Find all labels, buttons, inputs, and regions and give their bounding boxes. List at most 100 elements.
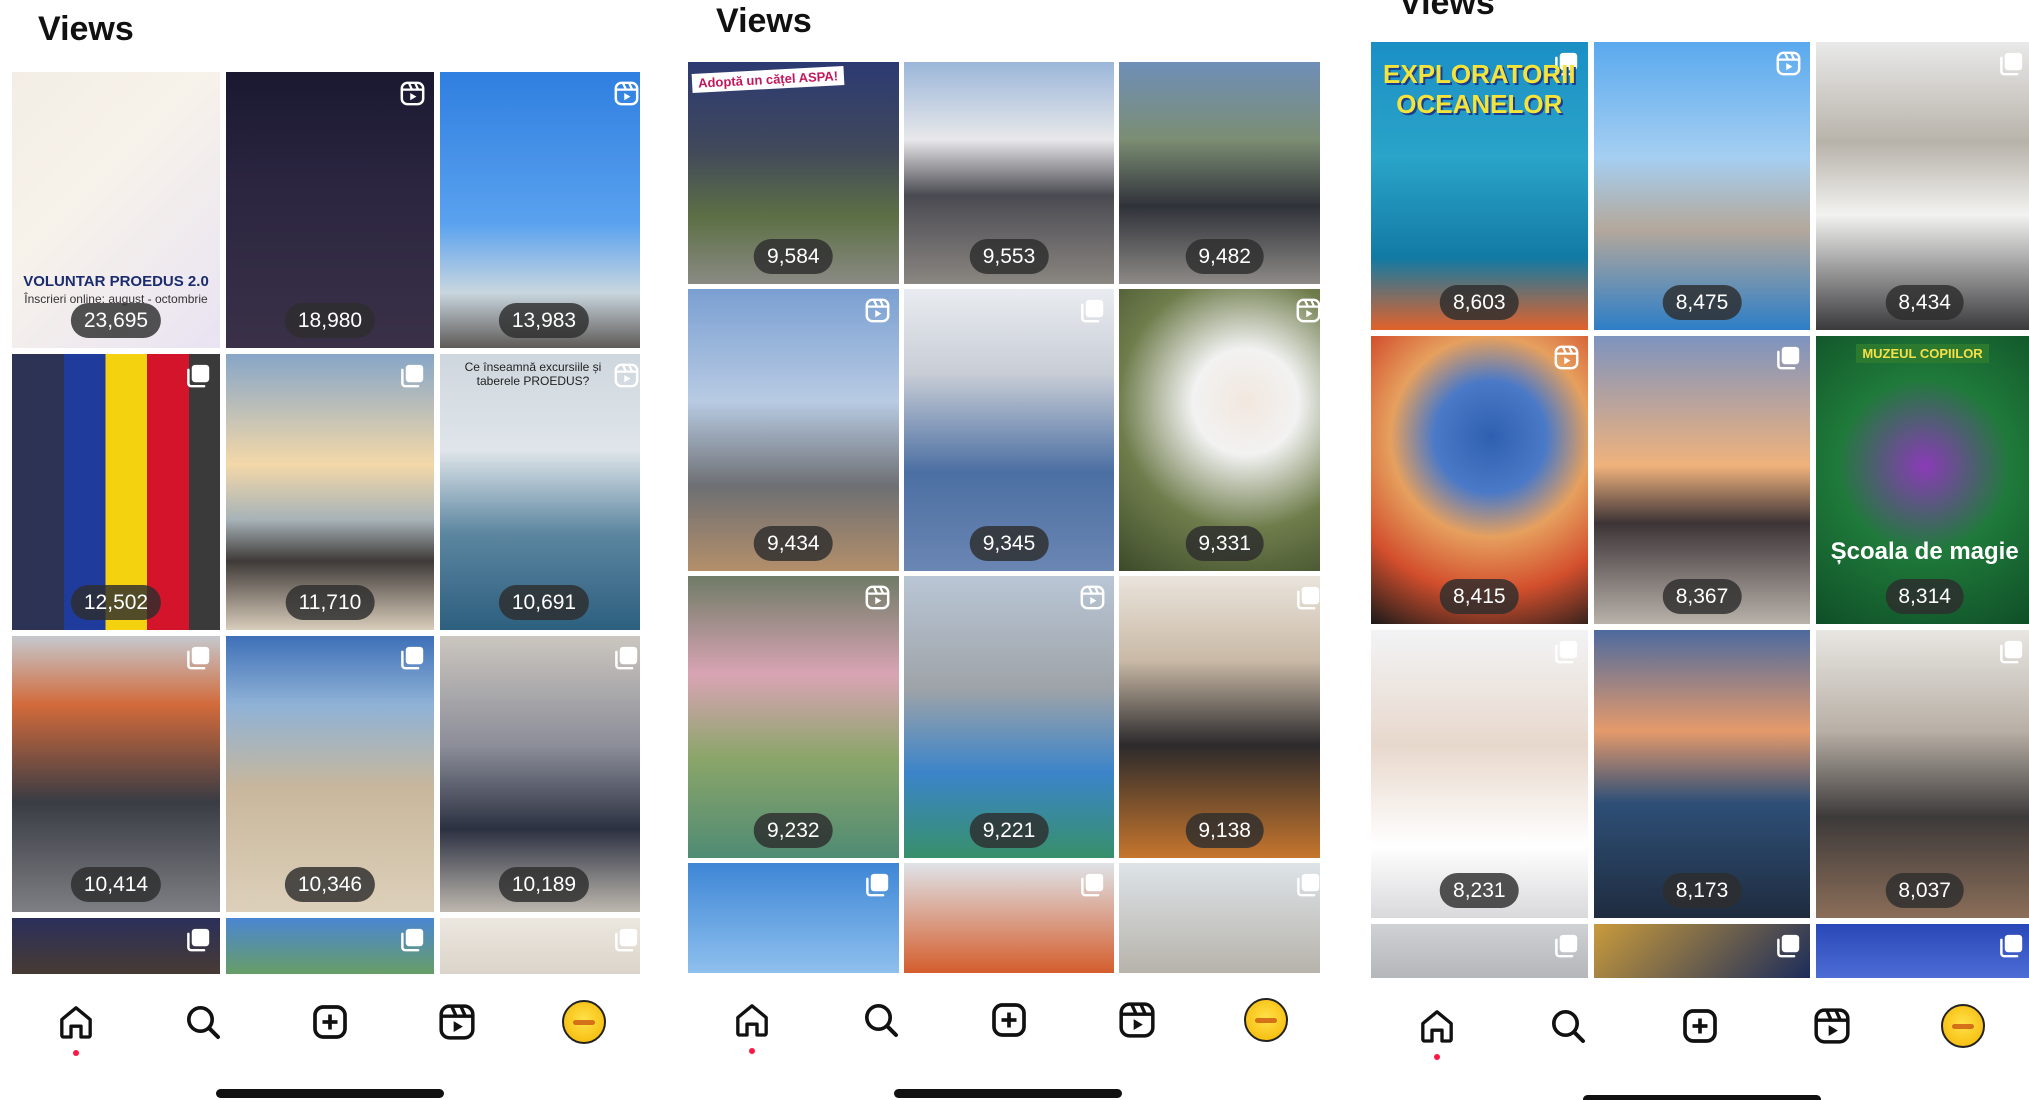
- post-thumbnail[interactable]: VOLUNTAR PROEDUS 2.0 Înscrieri online: au…: [12, 72, 220, 348]
- home-icon[interactable]: [730, 998, 774, 1054]
- post-thumbnail[interactable]: 12,502: [12, 354, 220, 630]
- post-thumbnail[interactable]: 9,138: [1119, 576, 1320, 858]
- post-thumbnail[interactable]: 8,231: [1371, 630, 1588, 918]
- post-thumbnail[interactable]: Școala de magie MUZEUL COPIILOR 8,314: [1816, 336, 2029, 624]
- post-thumbnail[interactable]: [12, 918, 220, 974]
- reels-icon[interactable]: [1810, 1004, 1854, 1048]
- post-caption-text: VOLUNTAR PROEDUS 2.0: [23, 272, 209, 290]
- post-thumbnail[interactable]: 8,037: [1816, 630, 2029, 918]
- search-icon[interactable]: [181, 1000, 225, 1044]
- post-thumbnail[interactable]: [903, 863, 1115, 973]
- post-thumbnail[interactable]: 9,221: [903, 576, 1115, 858]
- view-count-badge: 12,502: [70, 585, 162, 620]
- create-icon[interactable]: [308, 1000, 352, 1044]
- banner-sign-text: MUZEUL COPIILOR: [1856, 344, 1989, 363]
- carousel-icon: [1775, 932, 1802, 959]
- post-thumbnail[interactable]: 9,434: [688, 289, 899, 571]
- post-thumbnail[interactable]: [1593, 924, 1811, 978]
- view-count-badge: 13,983: [498, 303, 590, 338]
- carousel-icon: [613, 644, 640, 671]
- carousel-icon: [613, 926, 640, 953]
- post-thumbnail[interactable]: 18,980: [226, 72, 434, 348]
- view-count-badge: 8,475: [1662, 285, 1742, 320]
- post-thumbnail[interactable]: 8,475: [1593, 42, 1811, 330]
- view-count-badge: 10,414: [70, 867, 162, 902]
- post-thumbnail[interactable]: [226, 918, 434, 974]
- create-icon[interactable]: [1678, 1004, 1722, 1048]
- bottom-nav-bar: [12, 992, 640, 1056]
- profile-avatar[interactable]: [1941, 1004, 1986, 1048]
- carousel-icon: [1553, 932, 1580, 959]
- carousel-icon: [399, 926, 426, 953]
- carousel-icon: [1998, 638, 2025, 665]
- reels-icon: [399, 80, 426, 107]
- post-thumbnail[interactable]: 8,173: [1593, 630, 1811, 918]
- post-thumbnail[interactable]: Adoptă un cățel ASPA! 9,584: [688, 62, 899, 284]
- post-caption-text: EXPLORATORII OCEANELOR: [1383, 59, 1576, 119]
- post-thumbnail[interactable]: 13,983: [440, 72, 640, 348]
- carousel-icon: [1079, 871, 1106, 898]
- carousel-icon: [185, 644, 212, 671]
- view-count-badge: 8,231: [1440, 873, 1519, 908]
- post-thumbnail[interactable]: 10,189: [440, 636, 640, 912]
- home-icon[interactable]: [1415, 1004, 1459, 1060]
- profile-avatar[interactable]: [1243, 998, 1288, 1042]
- carousel-icon: [1295, 871, 1320, 898]
- post-thumbnail[interactable]: 10,414: [12, 636, 220, 912]
- post-thumbnail[interactable]: 8,415: [1371, 336, 1588, 624]
- post-thumbnail[interactable]: [1371, 924, 1588, 978]
- view-count-badge: 9,232: [754, 813, 833, 848]
- post-thumbnail[interactable]: 10,346: [226, 636, 434, 912]
- carousel-icon: [1553, 638, 1580, 665]
- post-thumbnail[interactable]: 9,482: [1119, 62, 1320, 284]
- home-indicator[interactable]: [216, 1089, 444, 1098]
- reels-icon[interactable]: [1115, 998, 1159, 1042]
- post-caption-text: Școala de magie: [1830, 538, 2019, 566]
- create-icon[interactable]: [987, 998, 1031, 1042]
- post-thumbnail[interactable]: [1119, 863, 1320, 973]
- post-grid: VOLUNTAR PROEDUS 2.0 Înscrieri online: au…: [12, 72, 640, 974]
- profile-avatar[interactable]: [562, 1000, 607, 1044]
- post-thumbnail[interactable]: [688, 863, 899, 973]
- view-count-badge: 9,434: [754, 526, 833, 561]
- post-thumbnail[interactable]: 9,232: [688, 576, 899, 858]
- view-count-badge: 9,221: [969, 813, 1049, 848]
- view-count-badge: 9,331: [1185, 526, 1264, 561]
- views-heading: Views: [38, 10, 134, 48]
- post-thumbnail[interactable]: EXPLORATORII OCEANELOR 8,603: [1371, 42, 1588, 330]
- search-icon[interactable]: [859, 998, 903, 1042]
- post-thumbnail[interactable]: 8,434: [1816, 42, 2029, 330]
- view-count-badge: 9,482: [1185, 239, 1264, 274]
- reels-icon: [1775, 50, 1802, 77]
- carousel-icon: [1079, 297, 1106, 324]
- post-thumbnail[interactable]: [440, 918, 640, 974]
- home-icon[interactable]: [54, 1000, 98, 1056]
- post-thumbnail[interactable]: 8,367: [1593, 336, 1811, 624]
- reels-icon[interactable]: [435, 1000, 479, 1044]
- post-grid: Adoptă un cățel ASPA! 9,584 9,553 9,482 9,43…: [688, 62, 1320, 974]
- reels-views-panel-1: Views VOLUNTAR PROEDUS 2.0 Înscrieri onli…: [0, 0, 640, 1100]
- view-count-badge: 9,138: [1185, 813, 1264, 848]
- reels-icon: [864, 584, 891, 611]
- view-count-badge: 8,434: [1885, 285, 1964, 320]
- post-thumbnail[interactable]: 9,331: [1119, 289, 1320, 571]
- carousel-icon: [399, 644, 426, 671]
- view-count-badge: 23,695: [70, 303, 162, 338]
- post-thumbnail[interactable]: 11,710: [226, 354, 434, 630]
- post-thumbnail[interactable]: 9,345: [903, 289, 1115, 571]
- post-thumbnail[interactable]: [1816, 924, 2029, 978]
- banner-sign-text: Adoptă un cățel ASPA!: [691, 66, 845, 93]
- views-heading: Views: [1399, 0, 1495, 22]
- carousel-icon: [1998, 932, 2025, 959]
- home-indicator[interactable]: [894, 1089, 1122, 1098]
- post-thumbnail[interactable]: Ce înseamnă excursiile și taberele PROED…: [440, 354, 640, 630]
- post-overlay-text: Ce înseamnă excursiile și taberele PROED…: [464, 360, 602, 388]
- view-count-badge: 8,603: [1440, 285, 1519, 320]
- carousel-icon: [185, 926, 212, 953]
- home-indicator[interactable]: [1583, 1095, 1821, 1100]
- view-count-badge: 8,173: [1662, 873, 1742, 908]
- views-heading: Views: [716, 2, 812, 40]
- search-icon[interactable]: [1546, 1004, 1590, 1048]
- view-count-badge: 8,037: [1885, 873, 1964, 908]
- post-thumbnail[interactable]: 9,553: [903, 62, 1115, 284]
